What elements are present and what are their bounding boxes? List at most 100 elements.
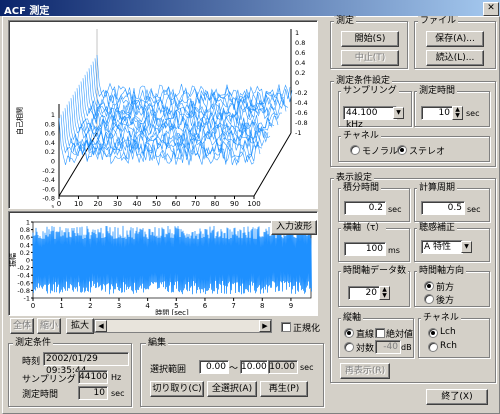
wf-ztick-left-label: -0.2 xyxy=(42,167,55,175)
log-label: 対数 xyxy=(356,344,375,354)
lch-radio[interactable] xyxy=(428,328,438,338)
weighting-label: 聴感補正 xyxy=(417,223,458,233)
wf-xtick-label: 90 xyxy=(230,200,239,208)
mono-radio[interactable] xyxy=(350,145,360,155)
save-button[interactable]: 保存(A)... xyxy=(426,31,484,47)
duration-input[interactable]: 10 xyxy=(421,106,453,120)
info-duration-label: 測定時間 xyxy=(22,390,59,400)
rch-radio[interactable] xyxy=(428,342,438,352)
stereo-radio[interactable] xyxy=(397,145,407,155)
horizontal-axis-unit: ms xyxy=(388,246,400,255)
load-button[interactable]: 読込(L)... xyxy=(426,50,484,66)
display-settings-title: 表示設定 xyxy=(334,173,375,183)
stereo-label: ステレオ xyxy=(409,147,446,157)
horizontal-axis-input[interactable]: 100 xyxy=(344,242,386,256)
edit-group xyxy=(140,343,324,407)
info-time-label: 時刻 xyxy=(22,357,41,367)
info-duration-unit: sec xyxy=(111,389,125,398)
edit-group-title: 編集 xyxy=(146,338,169,348)
log-floor-input[interactable]: -40 xyxy=(375,340,401,354)
wf-ztick-right-label: -1 xyxy=(295,129,301,137)
wf-ztick-left-label: -0.8 xyxy=(42,195,55,203)
waterfall-plot-panel: 0 10 20 30 40 50 60 70 80 90 100 1 0.8 0.6 0.4 0.2 0 -0.2… xyxy=(8,20,318,218)
measure-group-title: 測定 xyxy=(334,16,357,26)
info-time-value: 2002/01/29 09:35:44 xyxy=(43,352,129,376)
measurement-info-title: 測定条件 xyxy=(13,338,54,348)
wf-ztick-left-label: -1 xyxy=(49,204,55,208)
view-all-button[interactable]: 全体 xyxy=(10,318,34,334)
wf-trace-line xyxy=(96,54,293,104)
edit-range-to[interactable]: 10.00 xyxy=(240,360,268,374)
period-input[interactable]: 0.5 xyxy=(421,201,465,215)
wf-ztick-right-label: 0 xyxy=(295,79,299,87)
title-bar: ACF 測定 ✕ xyxy=(0,0,500,17)
log-radio[interactable] xyxy=(344,342,354,352)
integration-input[interactable]: 0.2 xyxy=(344,201,386,215)
wv-xaxis-label: 時間 [sec] xyxy=(155,309,189,315)
scroll-left-icon[interactable]: ◀ xyxy=(95,320,107,332)
info-sampling-unit: Hz xyxy=(111,373,122,382)
log-floor-unit: dB xyxy=(401,343,412,352)
sampling-select[interactable]: 44.100 kHz xyxy=(343,106,397,130)
wv-xtick-label: 6 xyxy=(203,302,208,310)
wf-ztick-right-label: 0.6 xyxy=(295,49,305,57)
lch-label: Lch xyxy=(440,327,456,337)
backward-radio[interactable] xyxy=(424,294,434,304)
absolute-label: 絶対値 xyxy=(386,330,414,340)
horizontal-scrollbar[interactable]: ◀ ▶ xyxy=(94,319,272,333)
data-count-spinner-icon[interactable]: ▲ ▼ xyxy=(379,286,390,300)
close-button[interactable]: ✕ xyxy=(483,2,499,16)
normalize-checkbox[interactable] xyxy=(281,322,291,332)
wf-ztick-left-label: -0.4 xyxy=(42,176,55,184)
shrink-button[interactable]: 縮小 xyxy=(37,318,61,334)
waterfall-plot: 0 10 20 30 40 50 60 70 80 90 10010.80.60.40.20-0.2… xyxy=(15,29,308,218)
exit-button[interactable]: 終了(X) xyxy=(426,389,488,405)
wv-xtick-label: 3 xyxy=(117,302,121,310)
absolute-checkbox[interactable] xyxy=(375,328,385,338)
play-button[interactable]: 再生(P) xyxy=(260,381,308,397)
edit-range-label: 選択範囲 xyxy=(150,365,187,375)
cut-button[interactable]: 切り取り(C) xyxy=(150,381,204,397)
wf-ztick-left-label: 0.4 xyxy=(45,139,55,147)
stop-button[interactable]: 中止(T) xyxy=(341,50,399,66)
channel-group-title: チャネル xyxy=(341,131,381,141)
weighting-dropdown-icon[interactable]: ▼ xyxy=(461,241,472,253)
display-channel-label: チャネル xyxy=(421,313,461,323)
wv-xtick-label: 7 xyxy=(231,302,235,310)
linear-radio[interactable] xyxy=(344,328,354,338)
backward-label: 後方 xyxy=(436,296,455,306)
wf-ztick-right-label: -0.8 xyxy=(295,119,308,127)
vertical-axis-label: 縦軸 xyxy=(341,313,364,323)
edit-range-from[interactable]: 0.00 xyxy=(199,360,229,374)
condition-settings-title: 測定条件設定 xyxy=(334,76,393,86)
wv-signal xyxy=(32,225,312,295)
integration-label: 積分時間 xyxy=(341,183,382,193)
scroll-right-icon[interactable]: ▶ xyxy=(259,320,271,332)
wf-ztick-right-label: 0.8 xyxy=(295,39,305,47)
wf-yaxis-label: 自己相関 xyxy=(15,107,24,135)
wv-yaxis-label: 振幅 xyxy=(9,253,17,267)
wf-xtick-label: 0 xyxy=(57,200,61,208)
redisplay-button[interactable]: 再表示(R) xyxy=(340,363,390,379)
data-count-input[interactable]: 20 xyxy=(348,286,380,300)
input-waveform-button[interactable]: 入力波形 xyxy=(271,220,317,235)
file-group-title: ファイル xyxy=(418,16,459,26)
period-label: 計算周期 xyxy=(417,183,458,193)
start-button[interactable]: 開始(S) xyxy=(341,31,399,47)
wv-xtick-label: 0 xyxy=(31,302,35,310)
wf-ztick-right-label: 1 xyxy=(295,29,299,37)
wv-ytick-label: -1 xyxy=(24,295,30,303)
wv-xtick-label: 8 xyxy=(260,302,264,310)
sampling-dropdown-icon[interactable]: ▼ xyxy=(393,107,404,119)
rch-label: Rch xyxy=(440,341,457,351)
zoom-button[interactable]: 拡大 xyxy=(66,318,94,334)
weighting-select[interactable]: A 特性 xyxy=(421,240,463,254)
wf-xtick-label: 20 xyxy=(94,200,103,208)
period-unit: sec xyxy=(467,205,481,214)
waveform-plot-panel: 1 0.8 0.6 0.4 0.2 0 -0.2 -0.4 -0.6 -0.8 -1 0 1 2 3 4 5 6 7… xyxy=(8,211,318,317)
mono-label: モノラル xyxy=(362,147,399,157)
select-all-button[interactable]: 全選択(A) xyxy=(207,381,257,397)
forward-radio[interactable] xyxy=(424,281,434,291)
edit-range-tilde: 〜 xyxy=(229,364,239,374)
duration-spinner-icon[interactable]: ▲ ▼ xyxy=(452,106,463,120)
